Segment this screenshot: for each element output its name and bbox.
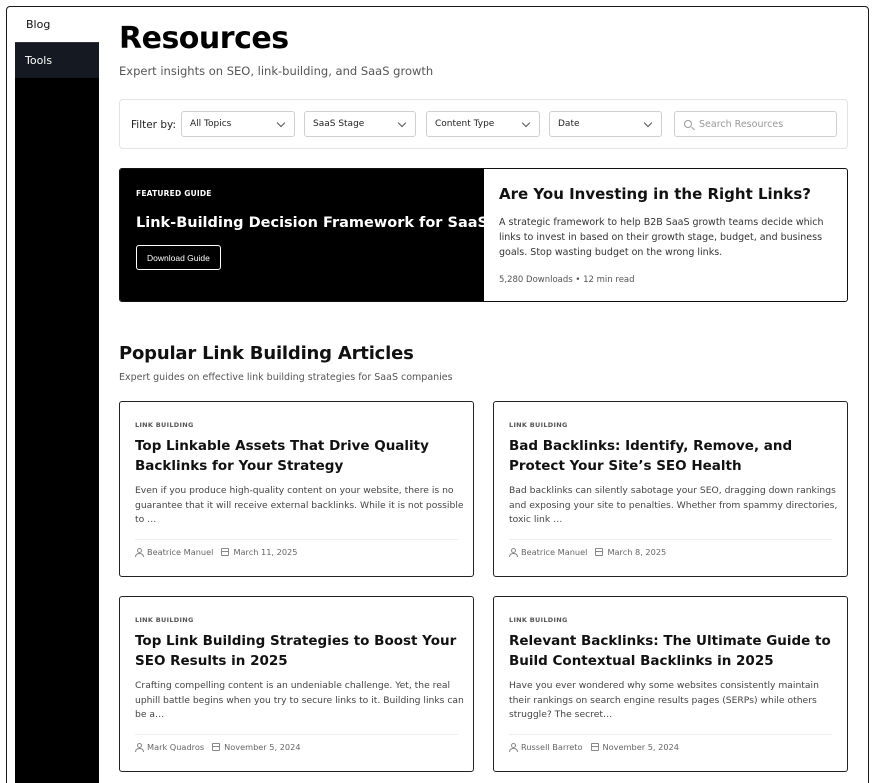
article-author: Beatrice Manuel: [147, 547, 214, 557]
topics-select[interactable]: All Topics: [181, 111, 295, 137]
search-placeholder: Search Resources: [699, 118, 784, 130]
user-icon: [509, 743, 518, 752]
article-card[interactable]: LINK BUILDING Top Link Building Strategi…: [119, 596, 474, 772]
article-card[interactable]: LINK BUILDING Bad Backlinks: Identify, R…: [493, 401, 848, 577]
chevron-down-icon: [276, 118, 286, 128]
saas-stage-select[interactable]: SaaS Stage: [304, 111, 416, 137]
article-excerpt: Have you ever wondered why some websites…: [509, 680, 819, 721]
featured-title[interactable]: Are You Investing in the Right Links?: [499, 185, 811, 203]
article-date: November 5, 2024: [224, 742, 301, 752]
article-author: Mark Quadros: [147, 742, 205, 752]
article-excerpt: Even if you produce high-quality content…: [135, 485, 464, 526]
filter-bar: Filter by: All Topics SaaS Stage Content…: [119, 99, 848, 149]
search-icon: [684, 120, 692, 128]
date-select[interactable]: Date: [549, 111, 662, 137]
article-card[interactable]: LINK BUILDING Top Linkable Assets That D…: [119, 401, 474, 577]
article-tag: LINK BUILDING: [135, 616, 194, 624]
featured-guide-details: Are You Investing in the Right Links? A …: [484, 169, 847, 301]
section-title: Popular Link Building Articles: [119, 343, 414, 364]
content-type-select-value: Content Type: [435, 119, 495, 129]
article-card[interactable]: LINK BUILDING Relevant Backlinks: The Ul…: [493, 596, 848, 772]
article-date: March 8, 2025: [607, 547, 667, 557]
sidebar: Blog Tools: [15, 7, 99, 783]
featured-guide-banner: FEATURED GUIDE Link-Building Decision Fr…: [120, 169, 488, 301]
article-date: November 5, 2024: [602, 742, 679, 752]
section-subtitle: Expert guides on effective link building…: [119, 372, 453, 383]
filter-label: Filter by:: [131, 119, 176, 131]
divider: [509, 734, 832, 735]
calendar-icon: [221, 548, 230, 556]
featured-description: A strategic framework to help B2B SaaS g…: [499, 217, 824, 258]
article-excerpt: Bad backlinks can silently sabotage your…: [509, 485, 838, 526]
sidebar-item-blog[interactable]: Blog: [15, 7, 99, 42]
featured-tag: FEATURED GUIDE: [136, 189, 212, 198]
featured-banner-title: Link-Building Decision Framework for Saa…: [136, 215, 488, 231]
topics-select-value: All Topics: [190, 119, 232, 129]
featured-guide-card[interactable]: FEATURED GUIDE Link-Building Decision Fr…: [119, 168, 848, 302]
calendar-icon: [212, 743, 221, 751]
user-icon: [509, 548, 518, 557]
search-input[interactable]: Search Resources: [674, 111, 837, 137]
page-frame: Blog Tools Resources Expert insights on …: [6, 6, 869, 783]
article-tag: LINK BUILDING: [135, 421, 194, 429]
user-icon: [135, 743, 144, 752]
article-author: Russell Barreto: [521, 742, 583, 752]
article-meta: Beatrice Manuel March 8, 2025: [509, 547, 666, 557]
article-meta: Beatrice Manuel March 11, 2025: [135, 547, 297, 557]
article-title[interactable]: Top Linkable Assets That Drive Quality B…: [135, 436, 460, 476]
download-guide-button[interactable]: Download Guide: [136, 245, 221, 270]
divider: [135, 734, 458, 735]
article-tag: LINK BUILDING: [509, 421, 568, 429]
article-tag: LINK BUILDING: [509, 616, 568, 624]
article-excerpt: Crafting compelling content is an undeni…: [135, 680, 464, 721]
page-title: Resources: [119, 21, 289, 56]
page-subtitle: Expert insights on SEO, link-building, a…: [119, 64, 434, 78]
article-title[interactable]: Top Link Building Strategies to Boost Yo…: [135, 631, 460, 671]
article-title[interactable]: Bad Backlinks: Identify, Remove, and Pro…: [509, 436, 834, 476]
article-date: March 11, 2025: [233, 547, 298, 557]
saas-stage-select-value: SaaS Stage: [313, 119, 365, 129]
article-author: Beatrice Manuel: [521, 547, 588, 557]
chevron-down-icon: [521, 118, 531, 128]
sidebar-item-tools[interactable]: Tools: [15, 42, 99, 78]
featured-meta: 5,280 Downloads • 12 min read: [499, 275, 635, 285]
article-meta: Mark Quadros November 5, 2024: [135, 742, 301, 752]
article-meta: Russell Barreto November 5, 2024: [509, 742, 679, 752]
chevron-down-icon: [643, 118, 653, 128]
calendar-icon: [595, 548, 604, 556]
date-select-value: Date: [558, 119, 580, 129]
content-type-select[interactable]: Content Type: [426, 111, 540, 137]
calendar-icon: [590, 743, 599, 751]
divider: [509, 539, 832, 540]
user-icon: [135, 548, 144, 557]
article-title[interactable]: Relevant Backlinks: The Ultimate Guide t…: [509, 631, 834, 671]
divider: [135, 539, 458, 540]
chevron-down-icon: [397, 118, 407, 128]
